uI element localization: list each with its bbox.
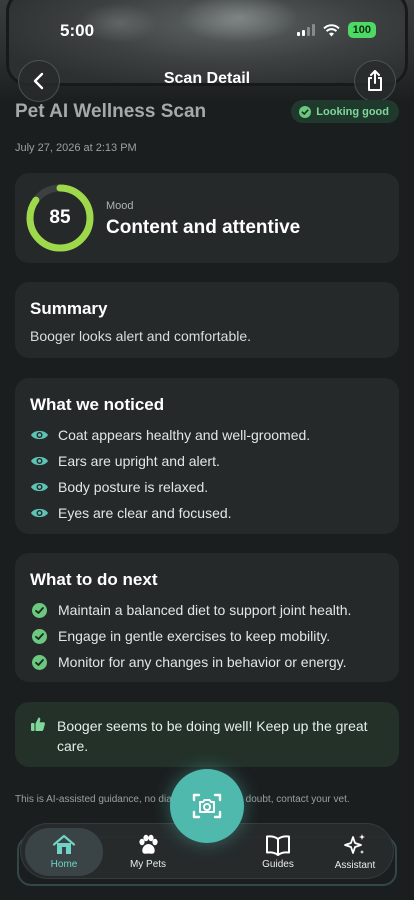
tab-home-label: Home	[50, 859, 78, 870]
share-icon	[368, 70, 382, 91]
signal-icon	[296, 24, 315, 36]
battery-indicator: 100	[347, 22, 376, 38]
list-item: Engage in gentle exercises to keep mobil…	[30, 623, 351, 649]
list-item-text: Engage in gentle exercises to keep mobil…	[58, 628, 331, 644]
wifi-icon	[322, 23, 340, 36]
check-circle-icon	[30, 654, 49, 670]
mood-card: 85 Mood Content and attentive	[15, 173, 399, 263]
encouragement-text: Booger seems to be doing well! Keep up t…	[57, 718, 368, 754]
list-item-text: Eyes are clear and focused.	[58, 505, 232, 521]
list-item-text: Coat appears healthy and well-groomed.	[58, 427, 311, 443]
check-circle-icon	[30, 628, 49, 644]
page-title: Scan Detail	[163, 70, 251, 87]
tab-my-pets[interactable]: My Pets	[113, 824, 183, 880]
share-button[interactable]	[354, 60, 396, 102]
tab-assistant-label: Assistant	[334, 860, 376, 871]
scan-date: July 27, 2026 at 2:13 PM	[15, 142, 137, 154]
tab-assistant[interactable]: Assistant	[319, 824, 391, 880]
mood-label: Mood	[106, 200, 134, 212]
status-time: 5:00	[60, 21, 95, 40]
list-item: Ears are upright and alert.	[30, 448, 310, 474]
eye-icon	[30, 481, 49, 493]
observations-card: What we noticed Coat appears healthy and…	[15, 378, 399, 534]
encouragement-card: Booger seems to be doing well! Keep up t…	[15, 702, 399, 767]
next-steps-heading: What to do next	[30, 570, 158, 589]
status-badge: Looking good	[291, 100, 399, 123]
tab-my-pets-label: My Pets	[129, 859, 167, 870]
list-item: Eyes are clear and focused.	[30, 500, 310, 526]
observations-list: Coat appears healthy and well-groomed. E…	[30, 422, 310, 526]
eye-icon	[30, 455, 49, 467]
eye-icon	[30, 507, 49, 519]
summary-text: Booger looks alert and comfortable.	[30, 328, 252, 344]
tab-home[interactable]: Home	[25, 828, 103, 876]
list-item-text: Body posture is relaxed.	[58, 479, 209, 495]
next-steps-list: Maintain a balanced diet to support join…	[30, 597, 351, 675]
list-item-text: Monitor for any changes in behavior or e…	[58, 654, 347, 670]
summary-card: Summary Booger looks alert and comfortab…	[15, 282, 399, 358]
paw-icon	[139, 834, 158, 854]
home-icon	[52, 834, 76, 854]
check-circle-icon	[30, 602, 49, 618]
list-item: Coat appears healthy and well-groomed.	[30, 422, 310, 448]
sparkles-icon	[344, 834, 365, 854]
thumbs-up-icon	[31, 717, 45, 731]
list-item: Maintain a balanced diet to support join…	[30, 597, 351, 623]
book-icon	[266, 835, 290, 856]
observations-heading: What we noticed	[30, 395, 165, 414]
scan-camera-button[interactable]	[170, 769, 244, 843]
check-circle-icon	[299, 105, 312, 118]
scan-title: Pet AI Wellness Scan	[15, 101, 207, 122]
tab-guides[interactable]: Guides	[243, 824, 313, 880]
mood-score: 85	[49, 207, 71, 228]
list-item-text: Maintain a balanced diet to support join…	[58, 602, 352, 618]
summary-heading: Summary	[30, 299, 108, 318]
next-steps-card: What to do next Maintain a balanced diet…	[15, 553, 399, 682]
eye-icon	[30, 429, 49, 441]
status-icons: 100	[296, 22, 376, 38]
list-item: Monitor for any changes in behavior or e…	[30, 649, 351, 675]
mood-value: Content and attentive	[106, 217, 301, 238]
list-item: Body posture is relaxed.	[30, 474, 310, 500]
tab-guides-label: Guides	[262, 859, 294, 870]
list-item-text: Ears are upright and alert.	[58, 453, 220, 469]
status-badge-label: Looking good	[316, 105, 389, 118]
camera-scan-icon	[192, 793, 222, 819]
